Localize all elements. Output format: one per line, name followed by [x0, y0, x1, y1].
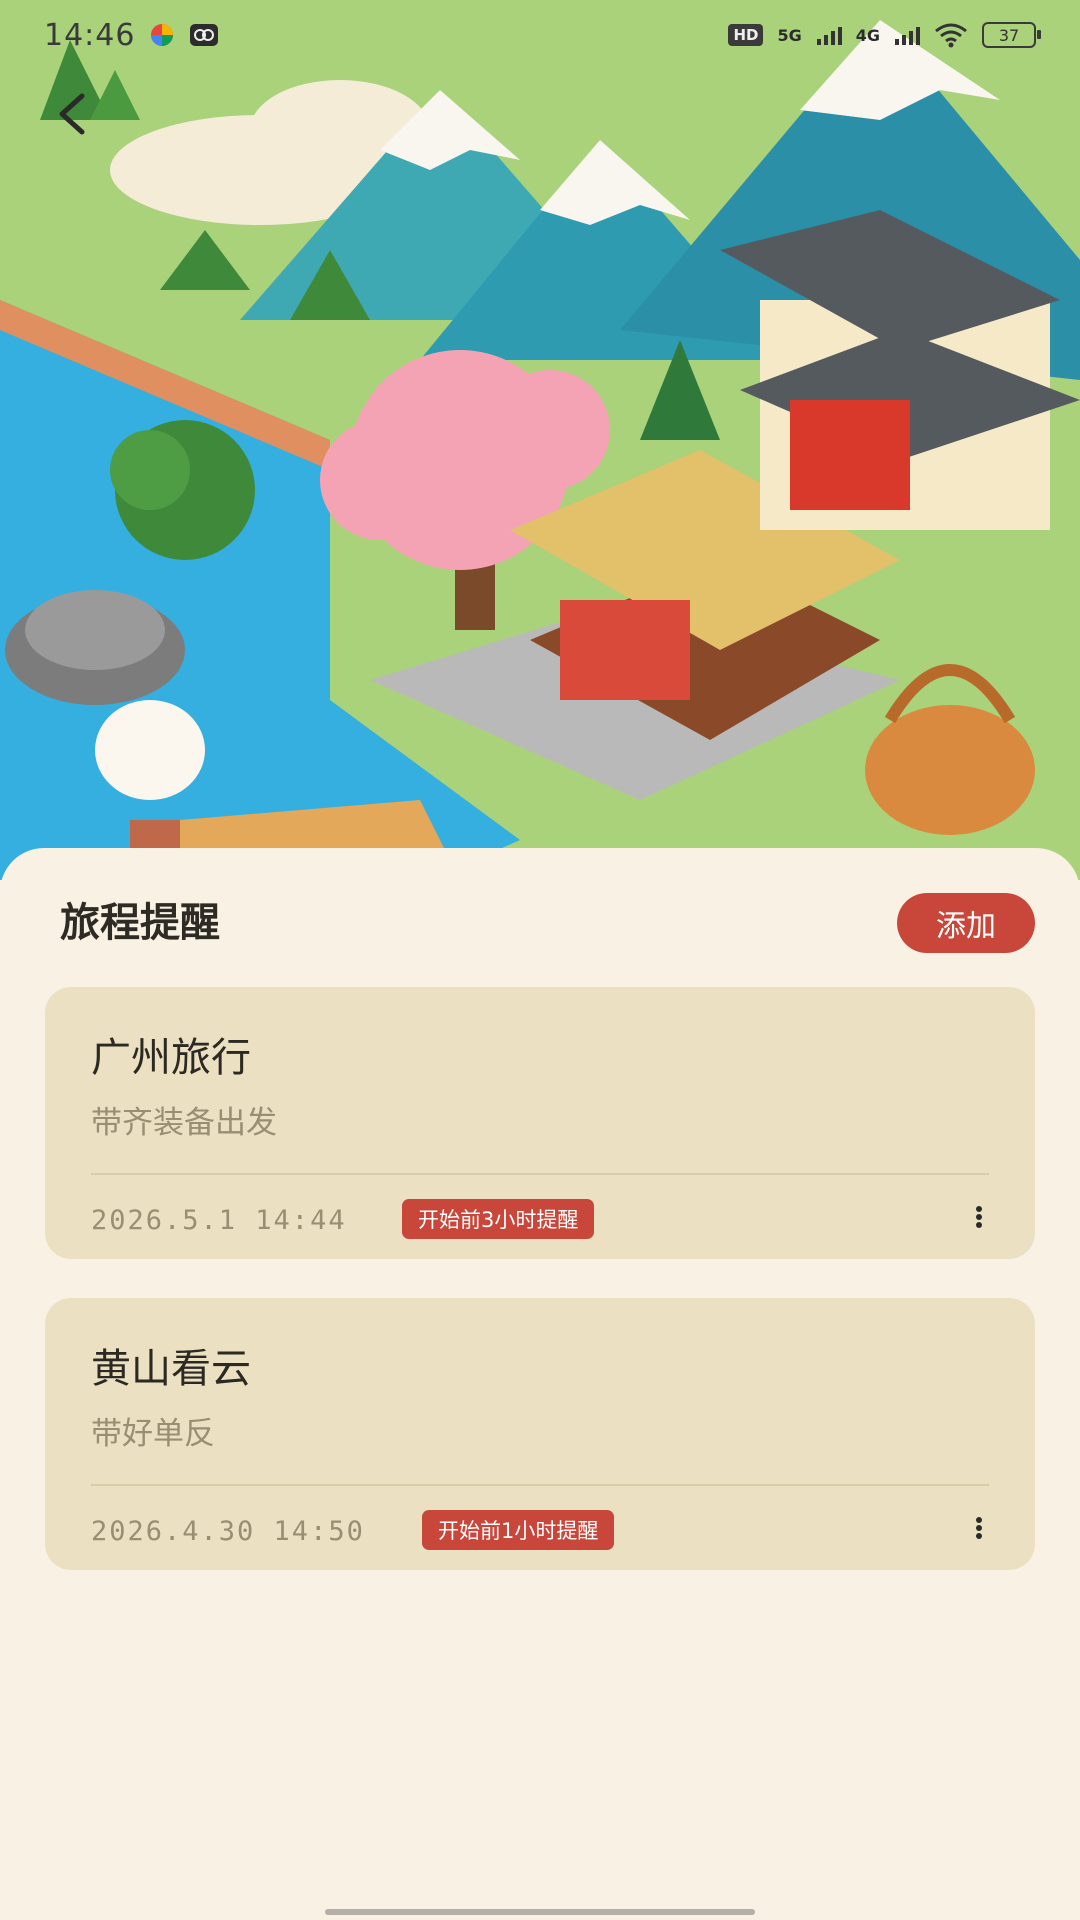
- trip-description: 带齐装备出发: [91, 1105, 277, 1141]
- trip-title: 广州旅行: [91, 1035, 251, 1081]
- hero-illustration: [0, 0, 1080, 880]
- trip-description: 带好单反: [91, 1416, 215, 1452]
- reminder-badge: 开始前1小时提醒: [422, 1510, 615, 1550]
- more-vertical-icon: [974, 1516, 984, 1544]
- app-logo-icon: [149, 22, 175, 48]
- app-badge-icon: [189, 23, 219, 47]
- chevron-left-icon: [52, 90, 92, 142]
- network-4g-label: 4G: [855, 25, 880, 45]
- wifi-icon: [934, 22, 968, 48]
- trip-datetime: 2026.5.1 14:44: [91, 1205, 347, 1236]
- signal-5g-icon: [816, 25, 842, 45]
- divider: [91, 1173, 989, 1175]
- trip-datetime: 2026.4.30 14:50: [91, 1516, 365, 1547]
- trip-card[interactable]: 广州旅行 带齐装备出发 2026.5.1 14:44 开始前3小时提醒: [45, 987, 1035, 1259]
- back-button[interactable]: [44, 88, 100, 144]
- divider: [91, 1484, 989, 1486]
- trip-title: 黄山看云: [91, 1346, 251, 1392]
- add-button[interactable]: 添加: [897, 893, 1035, 953]
- more-options-button[interactable]: [959, 1510, 999, 1550]
- more-options-button[interactable]: [959, 1199, 999, 1239]
- more-vertical-icon: [974, 1205, 984, 1233]
- status-time: 14:46: [44, 17, 136, 53]
- signal-4g-icon: [894, 25, 920, 45]
- network-5g-label: 5G: [777, 25, 802, 45]
- section-title: 旅程提醒: [60, 900, 220, 946]
- hd-indicator: HD: [728, 24, 764, 46]
- home-indicator[interactable]: [325, 1909, 755, 1915]
- battery-indicator: 37: [982, 22, 1041, 48]
- status-bar: 14:46 HD 5G 4G 37: [0, 0, 1080, 70]
- trip-card[interactable]: 黄山看云 带好单反 2026.4.30 14:50 开始前1小时提醒: [45, 1298, 1035, 1570]
- reminder-badge: 开始前3小时提醒: [402, 1199, 595, 1239]
